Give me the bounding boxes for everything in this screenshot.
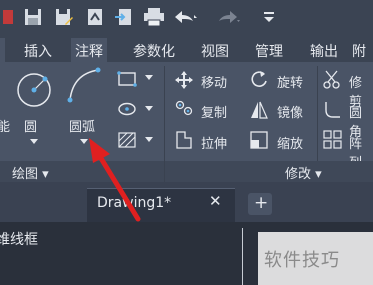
circle-icon[interactable]: [14, 70, 54, 110]
tab-parametric[interactable]: 参数化: [133, 41, 175, 61]
ellipse-icon[interactable]: [117, 101, 137, 117]
rotate-button[interactable]: 旋转: [277, 72, 303, 91]
plot-icon[interactable]: [144, 8, 164, 26]
chevron-down-icon[interactable]: [79, 137, 89, 145]
quick-access-toolbar: [0, 0, 373, 38]
chevron-down-icon[interactable]: [145, 106, 153, 112]
move-button[interactable]: 移动: [201, 72, 227, 91]
tab-annotate[interactable]: 注释: [71, 38, 107, 62]
rectangle-icon[interactable]: [117, 71, 137, 87]
open-web-icon[interactable]: [86, 8, 104, 26]
mirror-icon: [251, 101, 268, 119]
visual-style-label[interactable]: 维线框: [0, 229, 38, 249]
mirror-button[interactable]: 镜像: [277, 102, 303, 121]
chevron-down-icon[interactable]: [145, 137, 153, 143]
move-icon: [175, 71, 193, 89]
scale-icon: [250, 131, 268, 149]
trim-icon: [323, 70, 340, 89]
ribbon-tab-bar: 插入 注释 参数化 视图 管理 输出 附: [0, 38, 373, 62]
tab-attach[interactable]: 附: [352, 41, 366, 61]
redo-icon[interactable]: [215, 8, 241, 26]
copy-icon: [175, 100, 193, 116]
save-as-icon[interactable]: [55, 8, 73, 26]
undo-icon[interactable]: [173, 8, 199, 26]
chevron-down-icon[interactable]: [29, 137, 39, 145]
rotate-icon: [251, 71, 267, 87]
close-icon[interactable]: ✕: [209, 192, 222, 210]
polyline-label-partial[interactable]: 能: [0, 116, 10, 135]
arc-icon[interactable]: [64, 66, 106, 108]
arc-button-label[interactable]: 圆弧: [69, 116, 95, 135]
draw-panel-title[interactable]: 绘图 ▾: [12, 163, 49, 182]
share-icon[interactable]: [115, 8, 133, 26]
circle-button-label[interactable]: 圆: [24, 116, 37, 135]
stretch-icon: [176, 131, 192, 149]
tab-view[interactable]: 视图: [201, 41, 229, 61]
chevron-down-icon[interactable]: [145, 75, 153, 81]
fillet-icon: [325, 102, 340, 118]
array-icon: [323, 130, 342, 149]
customize-toolbar-icon[interactable]: [262, 8, 276, 26]
tab-insert[interactable]: 插入: [24, 41, 52, 61]
plus-icon: +: [254, 193, 269, 213]
app-menu-icon[interactable]: [3, 8, 17, 26]
drawing-tab-label[interactable]: Drawing1*: [97, 195, 171, 211]
modify-panel-title[interactable]: 修改 ▾: [285, 163, 322, 182]
crosshair-line: [242, 228, 243, 285]
watermark-text: 软件技巧: [264, 250, 340, 271]
tab-manage[interactable]: 管理: [255, 41, 283, 61]
save-icon[interactable]: [24, 8, 42, 26]
copy-button[interactable]: 复制: [201, 102, 227, 121]
stretch-button[interactable]: 拉伸: [201, 133, 227, 152]
tab-output[interactable]: 输出: [310, 41, 338, 61]
scale-button[interactable]: 缩放: [277, 133, 303, 152]
hatch-icon[interactable]: [117, 131, 137, 149]
modify-panel-title-bar[interactable]: [165, 161, 373, 182]
tab-home-partial[interactable]: [0, 38, 5, 62]
